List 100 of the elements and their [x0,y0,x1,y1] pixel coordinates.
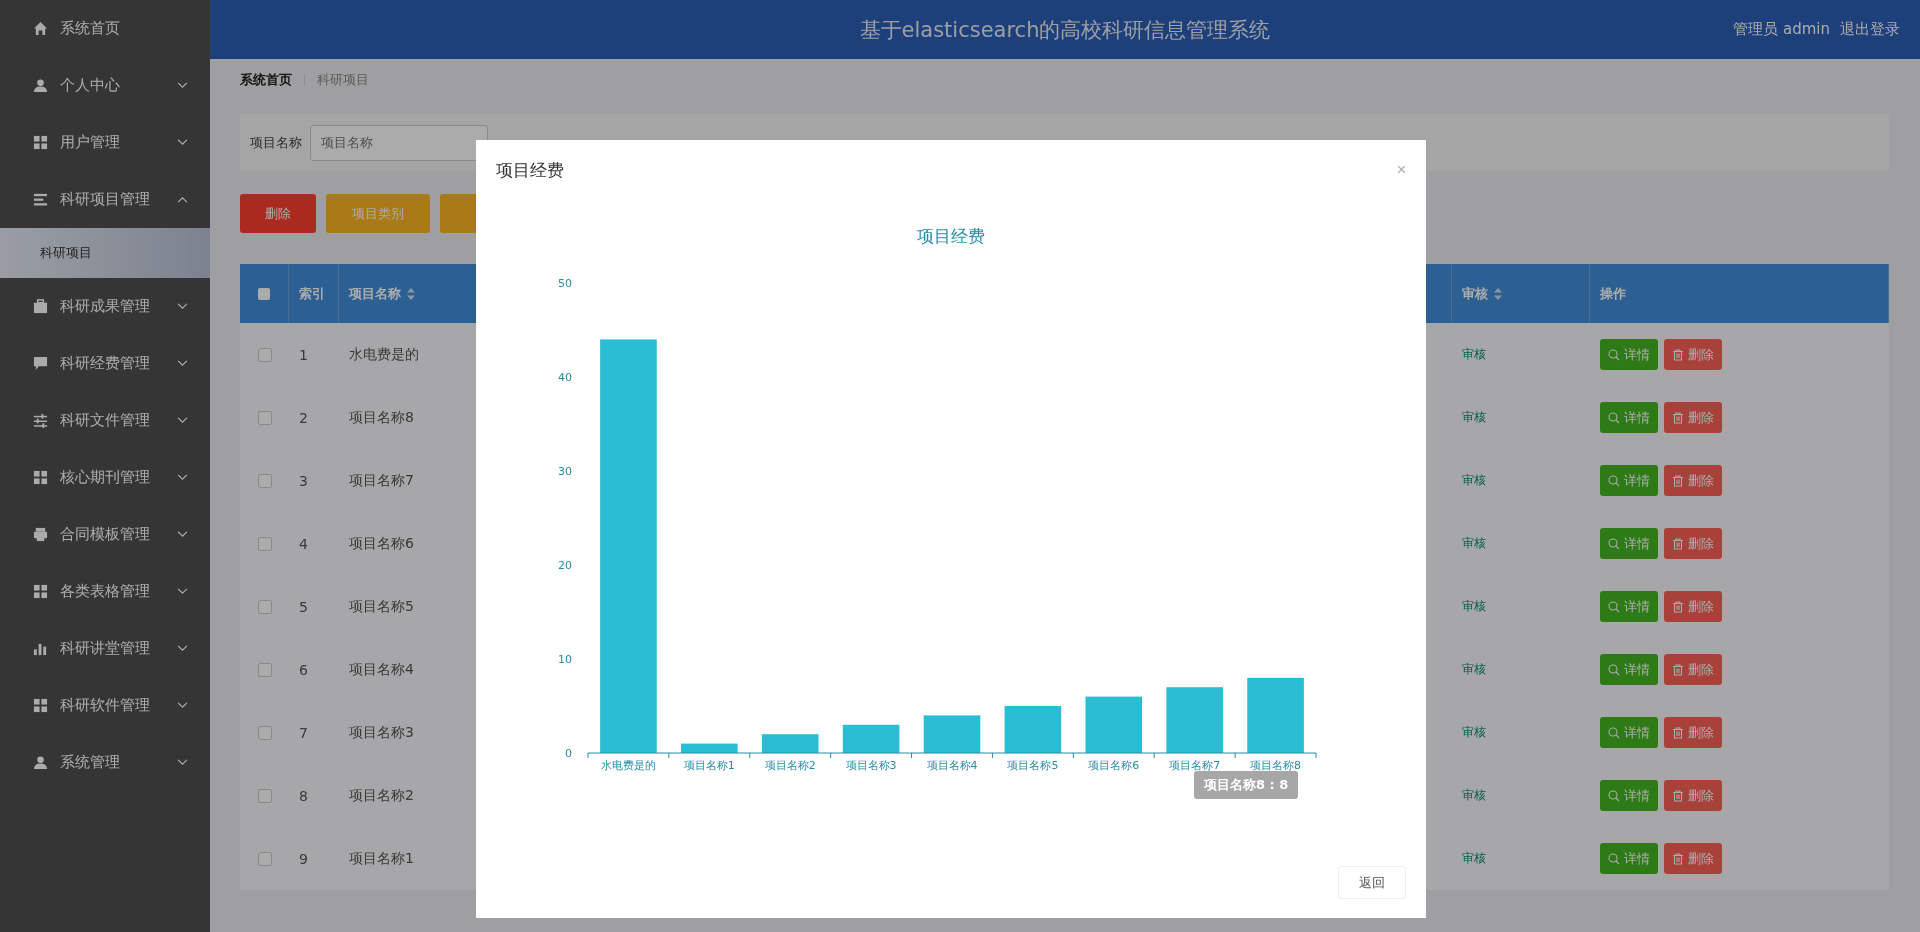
search-field[interactable]: 项目名称 [310,124,488,161]
table-cell: 1 [299,346,308,363]
user-icon [33,78,48,93]
detail-button[interactable]: 详情 [1600,654,1658,685]
sidebar-item[interactable]: 系统管理 [0,734,210,791]
sidebar-item[interactable]: 系统首页 [0,0,210,57]
bar[interactable] [923,715,981,753]
detail-button[interactable]: 详情 [1600,528,1658,559]
review-link[interactable]: 审核 [1462,535,1486,552]
table-cell: 8 [299,787,308,804]
axis-label: 项目名称7 [1169,759,1221,772]
search-icon [1608,663,1620,676]
sidebar-item[interactable]: 科研文件管理 [0,392,210,449]
back-button[interactable]: 返回 [1338,866,1406,899]
detail-button[interactable]: 详情 [1600,339,1658,370]
sidebar-item[interactable]: 科研软件管理 [0,677,210,734]
sidebar-item[interactable]: 科研讲堂管理 [0,620,210,677]
axis-label: 项目名称1 [683,759,735,772]
delete-button[interactable]: 删除 [1664,465,1722,496]
sidebar-item[interactable]: 科研经费管理 [0,335,210,392]
close-button[interactable]: × [1392,161,1410,179]
bar[interactable] [1247,677,1304,753]
sidebar-item[interactable]: 各类表格管理 [0,563,210,620]
table-cell: 4 [299,535,308,552]
bar[interactable] [1166,687,1223,753]
axis-label: 20 [558,559,572,572]
detail-button[interactable]: 详情 [1600,402,1658,433]
checkbox[interactable] [258,287,270,300]
chat-icon [33,356,48,371]
sidebar-item[interactable]: 科研成果管理 [0,278,210,335]
submenu-item[interactable]: 科研项目 [0,228,210,278]
sidebar-item[interactable]: 核心期刊管理 [0,449,210,506]
checkbox[interactable] [257,725,272,740]
table-cell: 3 [299,472,308,489]
delete-button[interactable]: 删除 [1664,528,1722,559]
sidebar-item[interactable]: 个人中心 [0,57,210,114]
checkbox[interactable] [257,851,272,866]
bar[interactable] [1004,706,1062,753]
trash-icon [1672,348,1684,361]
sort-icon[interactable] [407,287,415,300]
system-title: 基于elasticsearch的高校科研信息管理系统 [859,16,1271,44]
column-header: 索引 [299,284,325,303]
table-cell: 2 [299,409,308,426]
bar[interactable] [600,339,657,753]
axis-label: 项目名称6 [1088,759,1140,772]
review-link[interactable]: 审核 [1462,661,1486,678]
review-link[interactable]: 审核 [1462,409,1486,426]
axis-label: 40 [558,371,572,384]
bar[interactable] [842,724,900,753]
grid-icon [33,698,48,713]
delete-button[interactable]: 删除 [240,194,316,233]
delete-button[interactable]: 删除 [1664,654,1722,685]
review-link[interactable]: 审核 [1462,850,1486,867]
delete-button[interactable]: 删除 [1664,591,1722,622]
detail-button[interactable]: 详情 [1600,717,1658,748]
sort-icon[interactable] [1494,287,1502,300]
bar[interactable] [1085,696,1143,753]
checkbox[interactable] [257,347,272,362]
delete-button[interactable]: 删除 [1664,402,1722,433]
search-icon [1608,474,1620,487]
delete-button[interactable]: 删除 [1664,780,1722,811]
review-link[interactable]: 审核 [1462,346,1486,363]
checkbox[interactable] [257,599,272,614]
checkbox[interactable] [257,536,272,551]
column-header[interactable]: 审核 [1462,284,1488,303]
detail-button[interactable]: 详情 [1600,591,1658,622]
search-icon [1608,348,1620,361]
delete-button[interactable]: 删除 [1664,843,1722,874]
detail-button[interactable]: 详情 [1600,465,1658,496]
search-icon [1608,726,1620,739]
breadcrumb-item[interactable]: 系统首页 [240,71,292,89]
detail-button[interactable]: 详情 [1600,780,1658,811]
review-link[interactable]: 审核 [1462,472,1486,489]
review-link[interactable]: 审核 [1462,598,1486,615]
trash-icon [1672,663,1684,676]
trash-icon [1672,789,1684,802]
review-link[interactable]: 审核 [1462,787,1486,804]
logout-link[interactable]: 退出登录 [1840,20,1900,39]
sidebar-item[interactable]: 用户管理 [0,114,210,171]
sidebar-item[interactable]: 科研项目管理 [0,171,210,228]
trash-icon [1672,474,1684,487]
review-link[interactable]: 审核 [1462,724,1486,741]
table-cell: 项目名称7 [349,471,414,490]
column-header: 操作 [1600,284,1626,303]
checkbox[interactable] [257,473,272,488]
column-header[interactable]: 项目名称 [349,284,401,303]
delete-button[interactable]: 删除 [1664,717,1722,748]
checkbox[interactable] [257,410,272,425]
detail-button[interactable]: 详情 [1600,843,1658,874]
checkbox[interactable] [257,788,272,803]
sidebar-item[interactable]: 合同模板管理 [0,506,210,563]
bar[interactable] [681,743,738,753]
axis-label: 30 [558,465,572,478]
table-cell: 7 [299,724,308,741]
search-icon [1608,789,1620,802]
delete-button[interactable]: 删除 [1664,339,1722,370]
breadcrumb-item: 科研项目 [317,71,369,89]
checkbox[interactable] [257,662,272,677]
briefcase-icon [33,299,48,314]
trash-icon [1672,726,1684,739]
